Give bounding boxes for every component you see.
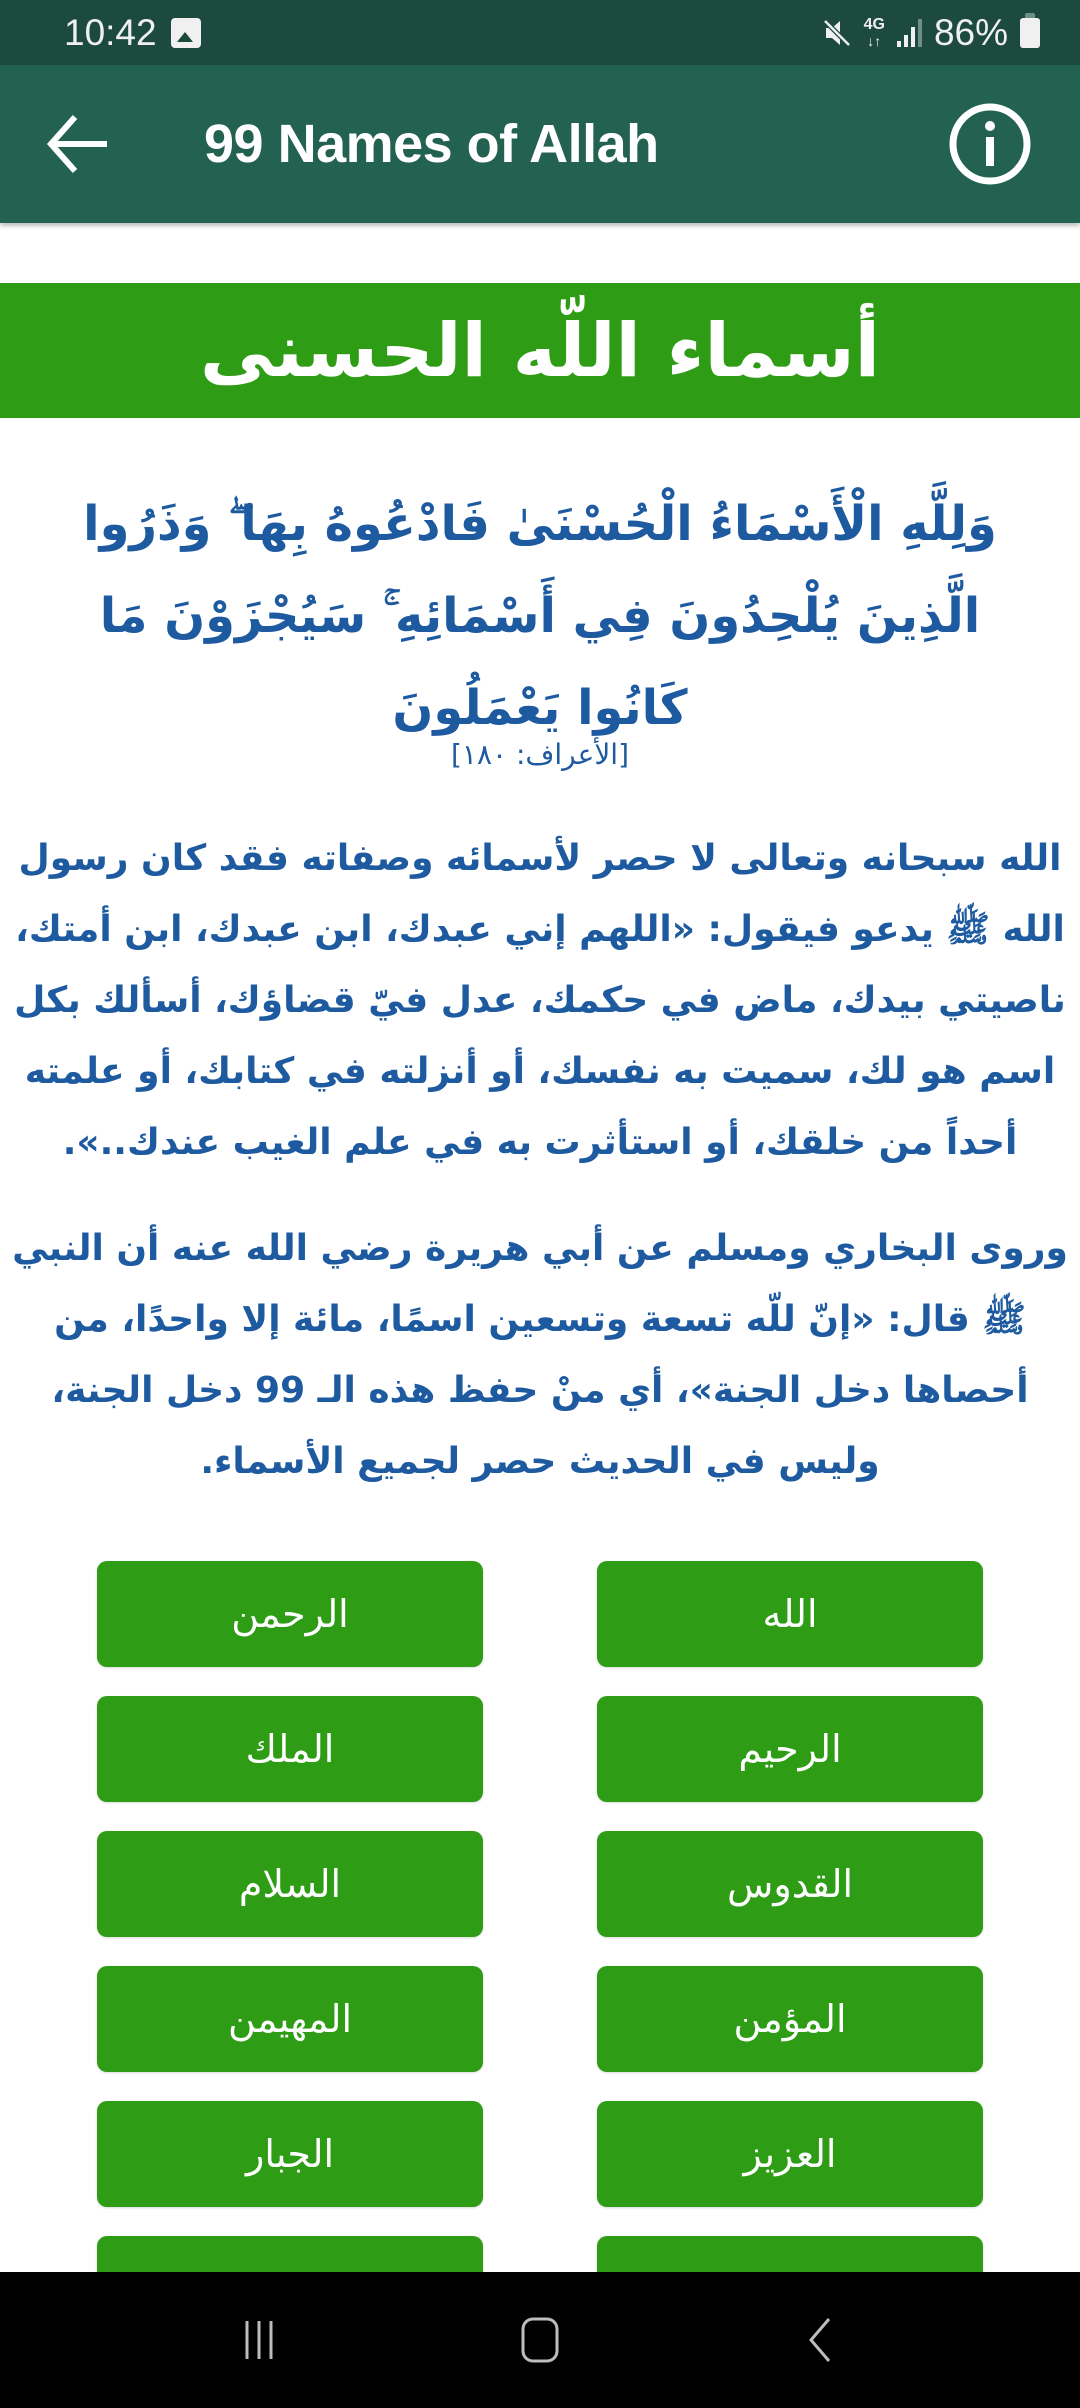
mute-icon xyxy=(822,18,851,47)
name-button[interactable]: الرحيم xyxy=(597,1696,983,1802)
names-grid: الله الرحمن الرحيم الملك القدوس السلام ا… xyxy=(97,1561,983,2272)
name-button[interactable]: الجبار xyxy=(97,2101,483,2207)
name-button[interactable]: السلام xyxy=(97,1831,483,1937)
back-chevron-icon xyxy=(809,2318,831,2362)
info-button[interactable] xyxy=(930,84,1050,204)
intro-paragraph: الله سبحانه وتعالى لا حصر لأسمائه وصفاته… xyxy=(14,838,1066,1163)
battery-percent: 86% xyxy=(933,11,1008,53)
recent-apps-button[interactable] xyxy=(200,2290,320,2390)
home-button[interactable] xyxy=(480,2290,600,2390)
banner: أسماء اللّه الحسنى xyxy=(0,283,1080,418)
nav-back-button[interactable] xyxy=(760,2290,880,2390)
name-button[interactable]: الله xyxy=(597,1561,983,1667)
info-icon xyxy=(949,103,1031,185)
name-button[interactable]: العزيز xyxy=(597,2101,983,2207)
arrow-left-icon xyxy=(46,115,107,173)
battery-icon xyxy=(1020,12,1040,48)
system-nav-bar xyxy=(0,2272,1080,2408)
name-button[interactable]: المهيمن xyxy=(97,1966,483,2072)
recent-apps-icon xyxy=(245,2321,273,2359)
content-scroll-area[interactable]: أسماء اللّه الحسنى وَلِلَّهِ الْأَسْمَاء… xyxy=(0,223,1080,2272)
quran-verse: وَلِلَّهِ الْأَسْمَاءُ الْحُسْنَىٰ فَادْ… xyxy=(83,496,997,736)
banner-title: أسماء اللّه الحسنى xyxy=(200,307,880,394)
name-button[interactable]: المؤمن xyxy=(597,1966,983,2072)
app-bar: 99 Names of Allah xyxy=(0,65,1080,223)
name-button[interactable]: القدوس xyxy=(597,1831,983,1937)
hadith-paragraph: وروى البخاري ومسلم عن أبي هريرة رضي الله… xyxy=(12,1228,1068,1482)
name-button[interactable]: الملك xyxy=(97,1696,483,1802)
gallery-icon xyxy=(170,17,201,48)
status-time: 10:42 xyxy=(64,11,157,53)
name-button[interactable]: الرحمن xyxy=(97,1561,483,1667)
name-button[interactable] xyxy=(597,2236,983,2272)
back-button[interactable] xyxy=(18,84,138,204)
status-right: 4G ↓↑ 86% xyxy=(822,12,1040,54)
status-left: 10:42 xyxy=(64,12,201,54)
signal-icon xyxy=(896,18,922,47)
home-icon xyxy=(521,2317,559,2363)
name-button[interactable] xyxy=(97,2236,483,2272)
app-title: 99 Names of Allah xyxy=(204,114,659,174)
status-bar: 10:42 4G ↓↑ 86% xyxy=(0,0,1080,65)
verse-reference: [الأعراف: ١٨٠] xyxy=(450,738,630,771)
network-4g-icon: 4G ↓↑ xyxy=(863,15,885,49)
